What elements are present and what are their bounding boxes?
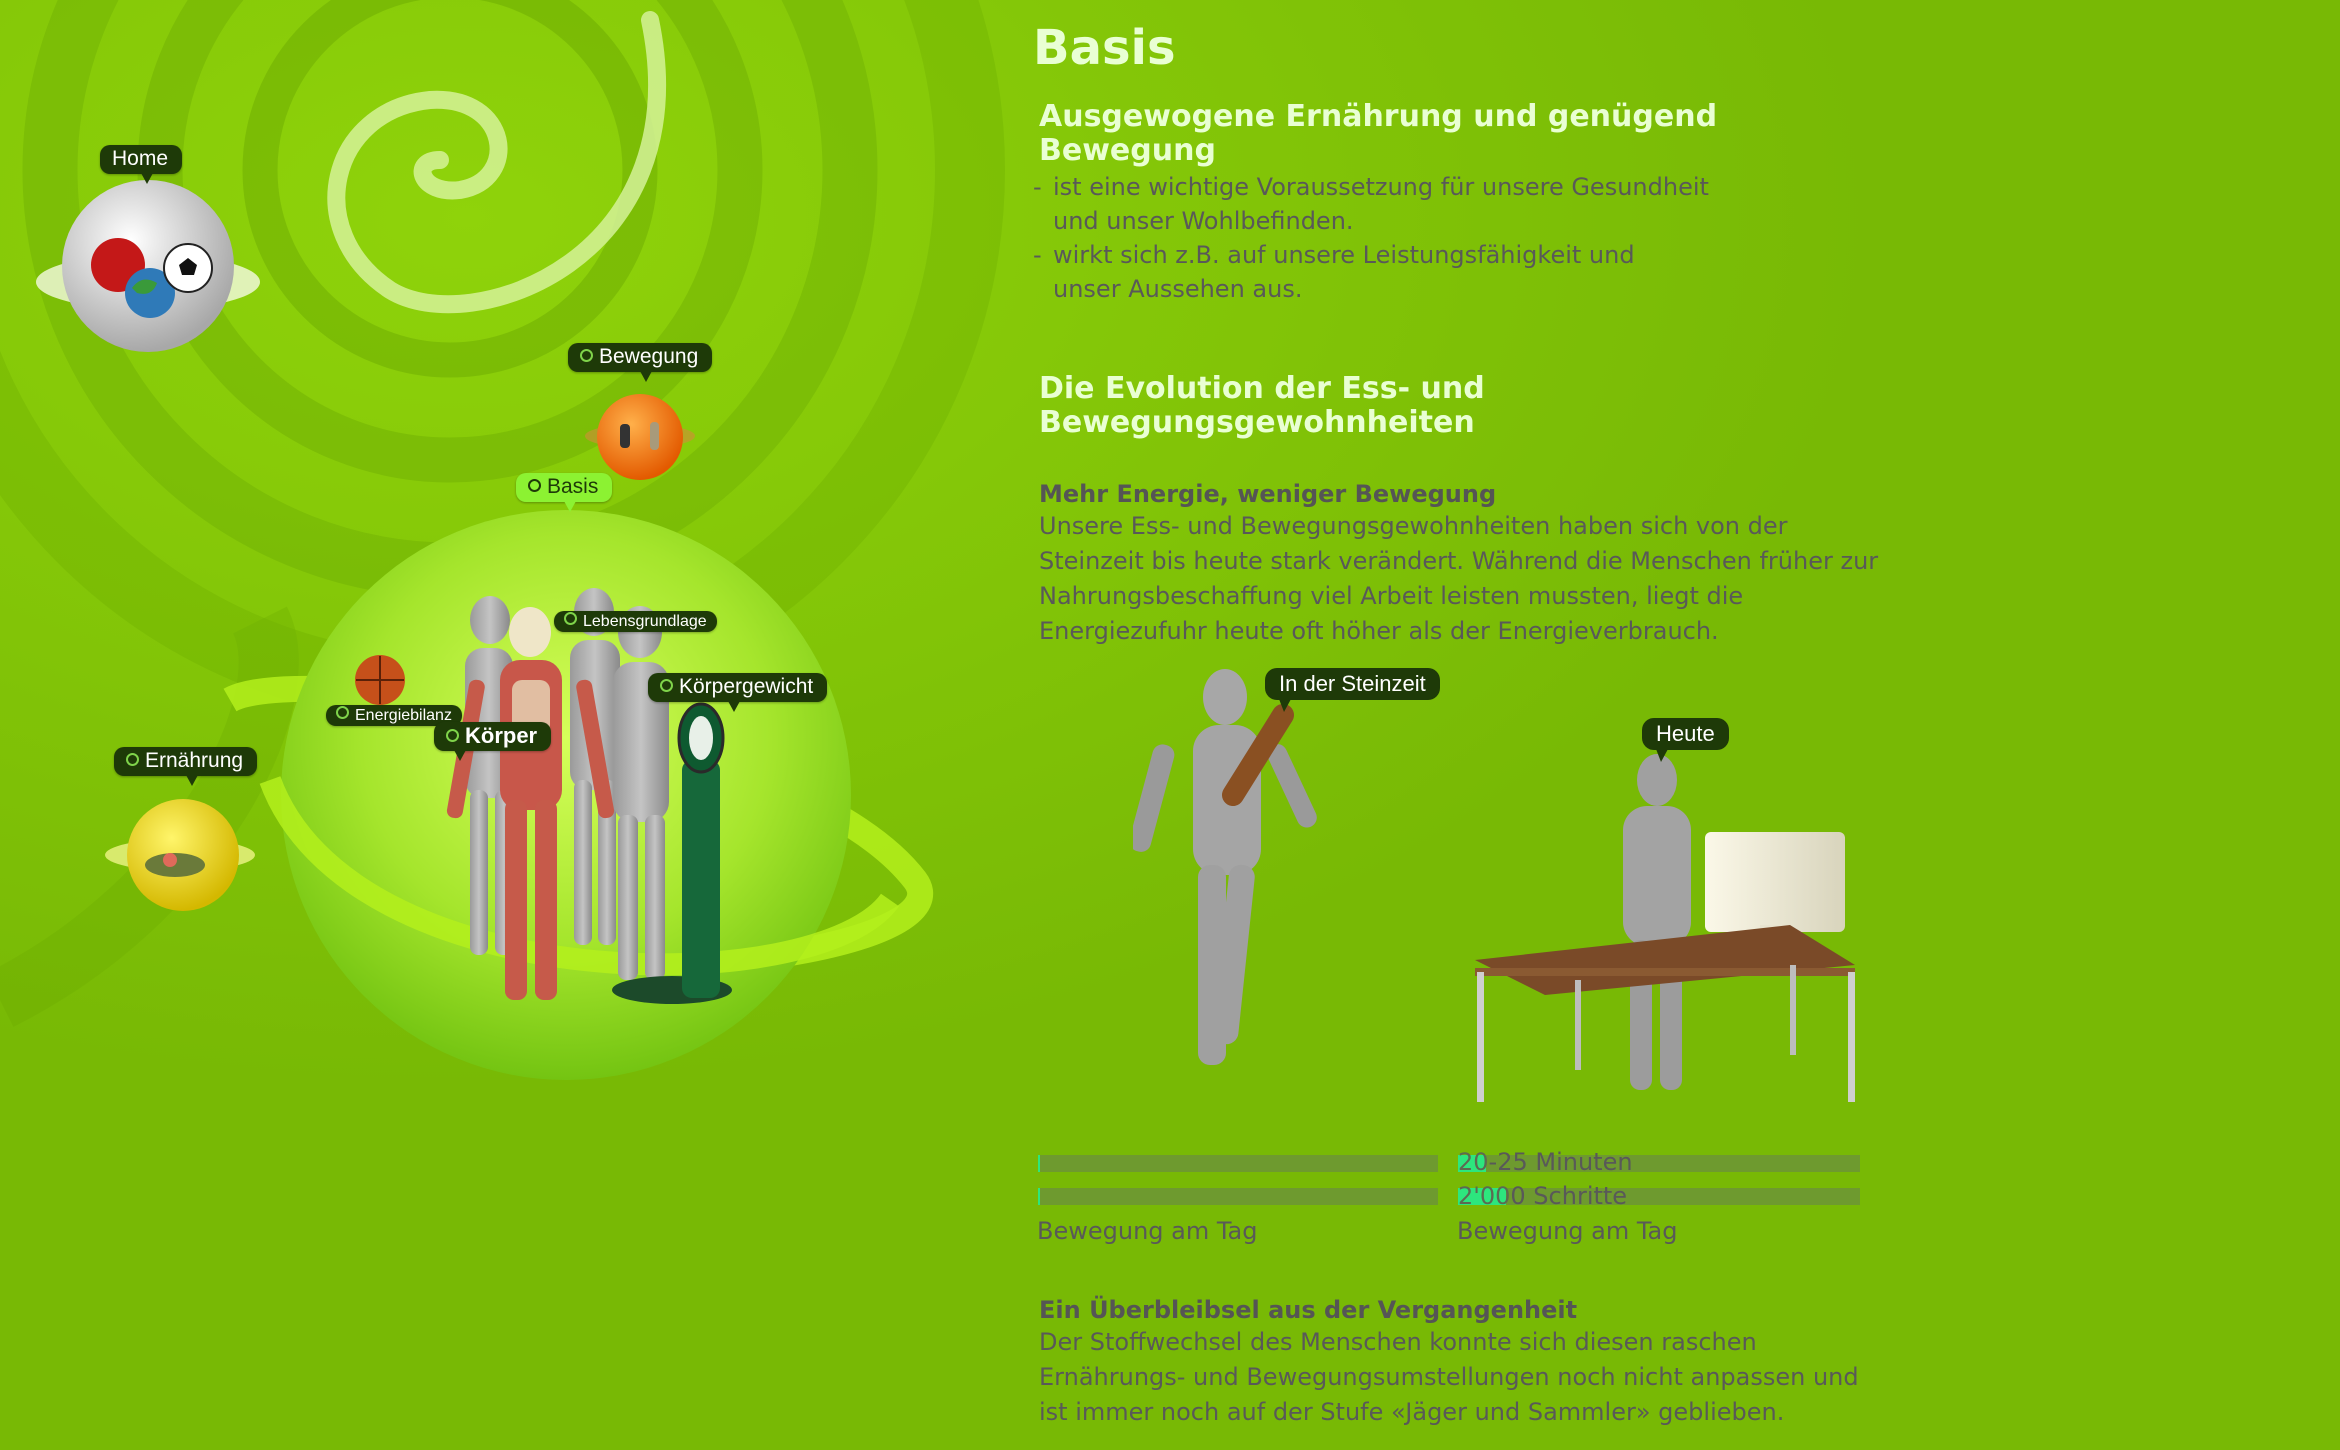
bullet-text: ist eine wichtige Voraussetzung für unse… <box>1053 173 1709 235</box>
nav-koerper-label: Körper <box>465 723 538 748</box>
label-tail <box>454 750 466 761</box>
subheading-past: Ein Überbleibsel aus der Vergangenheit <box>1039 1296 1578 1324</box>
subheading-energy: Mehr Energie, weniger Bewegung <box>1039 480 1497 508</box>
nav-bewegung[interactable]: Bewegung <box>568 343 713 382</box>
stone-age-minutes-bar <box>1038 1155 1438 1172</box>
label-tail <box>640 371 653 382</box>
today-figure <box>1475 754 1855 1102</box>
nav-ernaehrung[interactable]: Ernährung <box>114 747 258 786</box>
stone-age-caption: Bewegung am Tag <box>1037 1217 1258 1245</box>
today-label: Heute <box>1656 721 1715 746</box>
stone-age-label: In der Steinzeit <box>1279 671 1426 696</box>
speech-tail <box>1279 699 1291 712</box>
nav-energiebilanz-label: Energiebilanz <box>355 707 452 724</box>
circle-icon <box>446 729 459 742</box>
nav-lebensgrundlage-label: Lebensgrundlage <box>583 613 707 630</box>
circle-icon <box>660 679 673 692</box>
nav-koerpergewicht[interactable]: Körpergewicht <box>648 673 828 712</box>
nav-home-label: Home <box>112 147 169 170</box>
today-minutes-rest: -25 Minuten <box>1488 1148 1633 1176</box>
stone-age-figure <box>1133 669 1317 1065</box>
paragraph-past: Der Stoffwechsel des Menschen konnte sic… <box>1039 1328 1859 1426</box>
label-tail <box>564 501 577 512</box>
bullet-dash: - <box>1033 241 1042 269</box>
progress-fill <box>1038 1155 1040 1172</box>
bullet-item: - wirkt sich z.B. auf unsere Leistungsfä… <box>1033 238 1673 306</box>
speech-tail <box>1656 749 1668 762</box>
today-steps-rest: 0 Schritte <box>1510 1182 1628 1210</box>
nav-bewegung-label: Bewegung <box>599 345 699 368</box>
nav-home[interactable]: Home <box>100 145 183 184</box>
today-steps-highlight: 2'00 <box>1458 1182 1511 1210</box>
page-title: Basis <box>1033 20 1176 76</box>
nav-koerpergewicht-label: Körpergewicht <box>679 675 814 698</box>
paragraph-energy: Unsere Ess- und Bewegungsgewohnheiten ha… <box>1039 512 1879 645</box>
circle-icon <box>580 349 593 362</box>
bullet-text: wirkt sich z.B. auf unsere Leistungsfähi… <box>1053 241 1635 303</box>
today-minutes-highlight: 20 <box>1458 1148 1489 1176</box>
circle-icon <box>126 753 139 766</box>
bullet-item: - ist eine wichtige Voraussetzung für un… <box>1033 170 1753 238</box>
stone-age-steps-bar <box>1038 1188 1438 1205</box>
today-caption: Bewegung am Tag <box>1457 1217 1678 1245</box>
nav-lebensgrundlage[interactable]: Lebensgrundlage <box>554 611 717 632</box>
circle-icon <box>564 612 577 625</box>
circle-icon <box>336 706 349 719</box>
speech-stone-age: In der Steinzeit <box>1265 668 1440 712</box>
label-tail <box>141 173 154 184</box>
section2-heading: Die Evolution der Ess- und Bewegungsgewo… <box>1039 371 1485 440</box>
bullet-dash: - <box>1033 173 1042 201</box>
progress-fill <box>1038 1188 1040 1205</box>
nav-koerper[interactable]: Körper <box>434 722 552 761</box>
circle-icon <box>528 479 541 492</box>
section1-heading: Ausgewogene Ernährung und genügend Beweg… <box>1039 99 1718 168</box>
today-steps-text: 2'000 Schritte <box>1458 1182 1627 1210</box>
nav-basis[interactable]: Basis <box>516 473 613 512</box>
label-tail <box>728 701 740 712</box>
speech-today: Heute <box>1642 718 1729 762</box>
nav-ernaehrung-label: Ernährung <box>145 749 244 772</box>
today-minutes-text: 20-25 Minuten <box>1458 1148 1633 1176</box>
nav-basis-label: Basis <box>547 475 599 498</box>
label-tail <box>185 775 198 786</box>
basketball-icon <box>355 655 405 705</box>
